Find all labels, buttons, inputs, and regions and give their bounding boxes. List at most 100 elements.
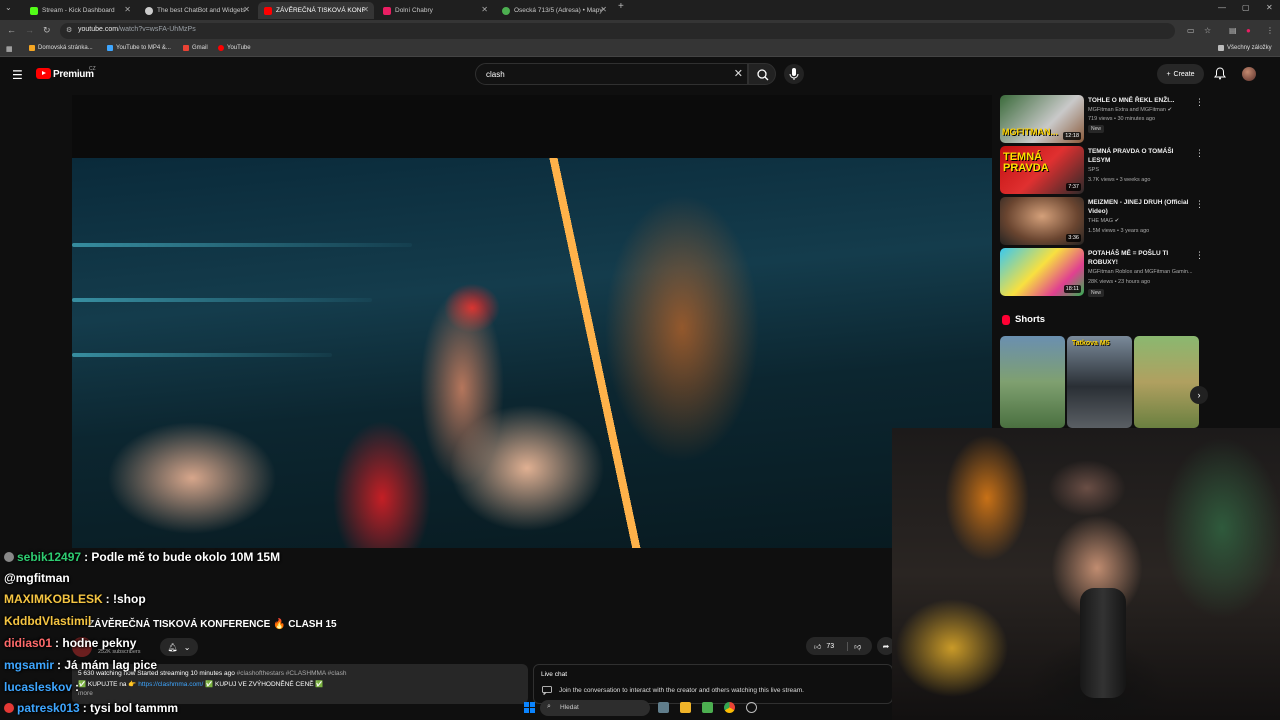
tab-chatbot[interactable]: The best ChatBot and Widgets ✕ xyxy=(139,2,255,19)
notifications-bell-icon[interactable] xyxy=(1214,67,1226,80)
recommended-video[interactable]: 3:36 MEIZMEN - JINEJ DRUH (Official Vide… xyxy=(1000,197,1205,245)
apps-grid-icon[interactable]: ▦ xyxy=(6,45,13,53)
recommended-video[interactable]: 18:11 POTAHÁŠ MĚ = POŠLU TI ROBUXY! MGFi… xyxy=(1000,248,1205,297)
shorts-icon xyxy=(1002,315,1010,325)
video-thumbnail[interactable]: 3:36 xyxy=(1000,197,1084,245)
chat-message: sebik12497: Podle mě to bude okolo 10M 1… xyxy=(4,550,280,564)
show-more-link[interactable]: more xyxy=(78,690,522,697)
bookmark-label: Domovská stránka... xyxy=(38,45,93,51)
create-button[interactable]: + Create xyxy=(1157,64,1204,84)
store-icon[interactable] xyxy=(702,702,713,713)
subscription-bell-button[interactable]: 🔔︎ ⌄ xyxy=(160,638,198,656)
new-tab-icon[interactable]: + xyxy=(618,1,624,12)
minimize-icon[interactable]: — xyxy=(1218,3,1226,12)
bookmark-home[interactable]: Domovská stránka... xyxy=(29,45,93,51)
video-title: ZÁVĚREČNÁ TISKOVÁ KONFERENCE 🔥 CLASH 15 xyxy=(88,619,337,630)
channel-name[interactable]: MGFitman Extra and MGFitman ✔ xyxy=(1088,107,1172,113)
tab-search-icon[interactable]: ⌄ xyxy=(5,3,12,12)
channel-name[interactable]: SPS xyxy=(1088,167,1099,173)
video-title[interactable]: MEIZMEN - JINEJ DRUH (Official Video) xyxy=(1088,198,1193,216)
account-avatar[interactable] xyxy=(1242,67,1256,81)
chrome-icon[interactable] xyxy=(724,702,735,713)
taskbar-search-placeholder: Hledat xyxy=(560,704,579,711)
map-favicon-icon xyxy=(383,6,391,15)
settings-icon[interactable] xyxy=(746,702,757,713)
thumbnail-text: TEMNÁ PRAVDA xyxy=(1003,151,1049,174)
tab-mapy[interactable]: Osecká 713/5 (Adresa) • Mapy ✕ xyxy=(496,2,612,19)
tab-label: The best ChatBot and Widgets xyxy=(157,7,246,14)
hamburger-menu-icon[interactable]: ☰ xyxy=(12,68,23,82)
bookmark-star-icon[interactable]: ☆ xyxy=(1204,26,1211,35)
window-close-icon[interactable]: ✕ xyxy=(1266,3,1273,12)
tab-close-icon[interactable]: ✕ xyxy=(124,5,131,14)
chat-text: : tysi bol tammm xyxy=(82,701,179,715)
chat-username: KddbdVlastimil xyxy=(4,614,92,628)
like-button[interactable]: 👍︎ 73 👎︎ xyxy=(806,637,872,655)
forward-icon[interactable]: → xyxy=(25,25,34,35)
shorts-next-button[interactable]: › xyxy=(1190,386,1208,404)
bookmark-youtube[interactable]: YouTube xyxy=(218,45,251,51)
clashmma-link[interactable]: https://clashmma.com/ xyxy=(138,681,203,688)
extensions-icon[interactable]: ▤ xyxy=(1229,26,1237,35)
tab-kick-dashboard[interactable]: Stream - Kick Dashboard ✕ xyxy=(24,2,136,19)
chat-message: MAXIMKOBLESK: !shop xyxy=(4,592,146,606)
channel-name[interactable]: THE MAG ✔ xyxy=(1088,218,1119,224)
url-field[interactable]: ⚙ youtube.com/watch?v=wsFA-UhMzPs xyxy=(60,23,1175,39)
country-code: CZ xyxy=(89,66,96,72)
task-view-icon[interactable] xyxy=(658,702,669,713)
tab-youtube-active[interactable]: ZÁVĚREČNÁ TISKOVÁ KONF ✕ xyxy=(258,2,374,19)
bookmark-gmail[interactable]: Gmail xyxy=(183,45,208,51)
shorts-heading: Shorts xyxy=(1015,314,1046,325)
channel-name[interactable]: MGFitman Roblox and MGFitman Gamin... xyxy=(1088,269,1193,275)
recommended-video[interactable]: TEMNÁ PRAVDA 7:37 TEMNÁ PRAVDA O TOMÁŠI L… xyxy=(1000,146,1205,194)
reload-icon[interactable]: ↻ xyxy=(43,25,51,36)
search-input[interactable]: clash ✕ xyxy=(475,63,748,85)
site-info-icon[interactable]: ⚙ xyxy=(66,26,72,34)
youtube-logo-icon[interactable] xyxy=(36,68,51,79)
live-chat-panel: Live chat Join the conversation to inter… xyxy=(533,664,893,704)
cast-icon[interactable]: ▭ xyxy=(1187,26,1195,35)
video-thumbnail[interactable]: MGFITMAN... 12:18 xyxy=(1000,95,1084,143)
tab-dolni-chabry[interactable]: Dolní Chabry ✕ xyxy=(377,2,493,19)
windows-start-icon[interactable] xyxy=(524,702,535,713)
short-thumbnail[interactable] xyxy=(1000,336,1065,428)
recommended-video[interactable]: MGFITMAN... 12:18 TOHLE O MNĚ ŘEKL ENŽI.… xyxy=(1000,95,1205,143)
video-player[interactable] xyxy=(72,95,992,548)
browser-menu-icon[interactable]: ⋮ xyxy=(1266,26,1274,35)
youtube-premium-brand[interactable]: Premium xyxy=(53,69,94,80)
thumbs-down-icon[interactable]: 👎︎ xyxy=(847,641,861,651)
tab-close-icon[interactable]: ✕ xyxy=(362,5,369,14)
video-title[interactable]: TEMNÁ PRAVDA O TOMÁŠI LESYM xyxy=(1088,147,1193,165)
more-options-icon[interactable]: ⋮ xyxy=(1195,199,1204,210)
voice-search-button[interactable] xyxy=(784,64,804,84)
live-chat-join-text: Join the conversation to interact with t… xyxy=(559,687,804,694)
profile-icon[interactable]: ● xyxy=(1246,26,1251,35)
video-title[interactable]: POTAHÁŠ MĚ = POŠLU TI ROBUXY! xyxy=(1088,249,1193,267)
search-button[interactable] xyxy=(748,63,776,85)
back-icon[interactable]: ← xyxy=(7,25,16,35)
maximize-icon[interactable]: ▢ xyxy=(1242,3,1250,12)
video-thumbnail[interactable]: TEMNÁ PRAVDA 7:37 xyxy=(1000,146,1084,194)
clear-search-icon[interactable]: ✕ xyxy=(734,67,743,80)
youtube-header: ☰ Premium CZ clash ✕ + Create xyxy=(0,57,1280,91)
more-options-icon[interactable]: ⋮ xyxy=(1195,250,1204,261)
tab-close-icon[interactable]: ✕ xyxy=(481,5,488,14)
video-duration: 7:37 xyxy=(1066,183,1081,191)
bookmark-yt-mp4[interactable]: YouTube to MP4 &... xyxy=(107,45,171,51)
chatbot-favicon-icon xyxy=(145,6,153,15)
taskbar-search-input[interactable]: ⌕ Hledat xyxy=(540,700,650,716)
chat-bubble-icon xyxy=(542,686,552,695)
short-thumbnail[interactable]: Tatkova M5 xyxy=(1067,336,1132,428)
more-options-icon[interactable]: ⋮ xyxy=(1195,97,1204,108)
short-thumbnail[interactable] xyxy=(1134,336,1199,428)
file-explorer-icon[interactable] xyxy=(680,702,691,713)
tab-close-icon[interactable]: ✕ xyxy=(600,5,607,14)
chat-text: @mgfitman xyxy=(4,571,70,585)
video-title[interactable]: TOHLE O MNĚ ŘEKL ENŽI... xyxy=(1088,96,1193,105)
tab-close-icon[interactable]: ✕ xyxy=(243,5,250,14)
all-bookmarks[interactable]: Všechny záložky xyxy=(1218,45,1272,51)
hashtags[interactable]: #clashofthestars #CLASHMMA #clash xyxy=(237,670,347,677)
chat-username: MAXIMKOBLESK xyxy=(4,592,103,606)
video-thumbnail[interactable]: 18:11 xyxy=(1000,248,1084,296)
more-options-icon[interactable]: ⋮ xyxy=(1195,148,1204,159)
